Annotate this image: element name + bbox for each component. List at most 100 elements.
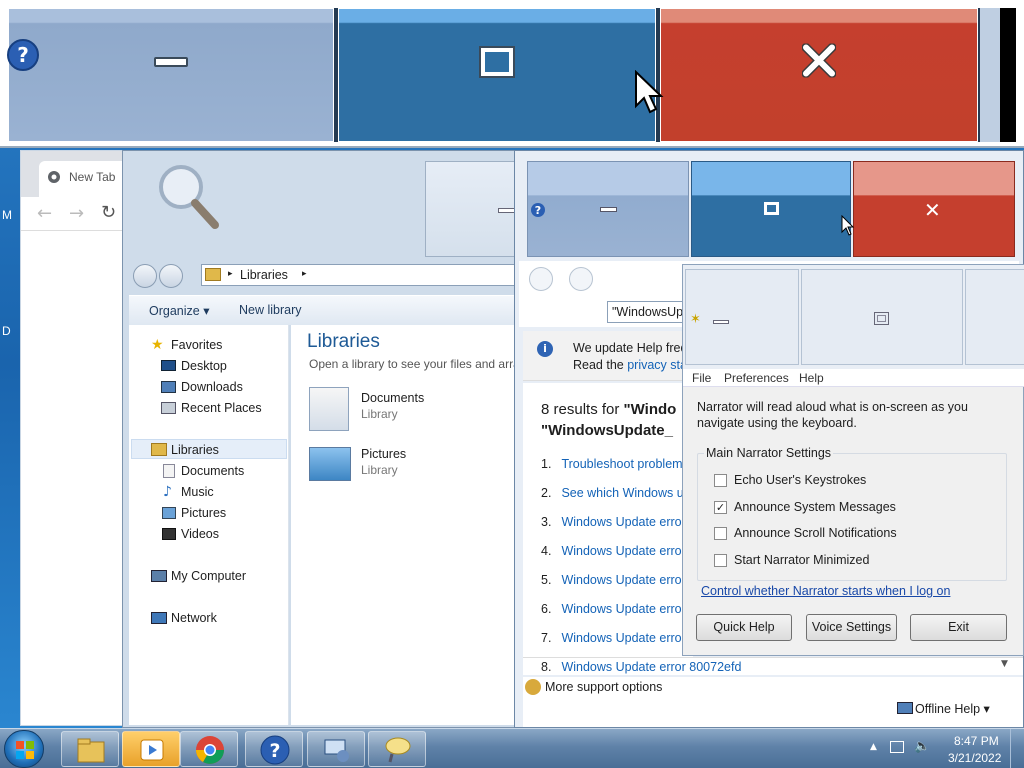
magnified-minimize-button[interactable]: ? [7,8,334,142]
nav-videos[interactable]: Videos [181,527,219,541]
computer-icon [151,570,167,582]
privacy-link[interactable]: privacy stat [627,358,690,372]
magnified-maximize-button[interactable] [338,8,656,142]
chrome-icon [196,736,224,764]
library-item-documents[interactable]: Documents Library [307,385,517,435]
page-subtitle: Open a library to see your files and arr… [309,357,520,371]
narrator-settings-group: Main Narrator Settings Echo User's Keyst… [697,446,1007,581]
library-item-pictures[interactable]: Pictures Library [307,441,517,491]
new-library-button[interactable]: New library [239,303,302,317]
result-item[interactable]: 1. Troubleshoot problems [541,457,689,471]
magnified-close-button[interactable] [660,8,978,142]
nav-pictures[interactable]: Pictures [181,506,226,520]
chrome-tab-strip: New Tab [21,151,131,197]
address-bar[interactable]: ▸ Libraries ▸ [201,264,521,286]
quick-help-button[interactable]: Quick Help [696,614,792,641]
result-item[interactable]: 8. Windows Update error 80072efd [541,660,741,674]
clock-date[interactable]: 3/21/2022 [948,751,1001,765]
libraries-icon [151,443,167,456]
nav-network[interactable]: Network [171,611,217,625]
result-item[interactable]: 4. Windows Update error 8 [541,544,693,558]
menu-preferences[interactable]: Preferences [724,371,789,385]
result-item[interactable]: 2. See which Windows up [541,486,691,500]
media-player-icon [140,739,164,761]
network-tray-icon[interactable] [890,741,904,753]
taskbar-narrator[interactable] [307,731,365,767]
recent-places-icon [161,402,176,414]
result-item[interactable]: 5. Windows Update error 8 [541,573,693,587]
nav-favorites[interactable]: Favorites [171,338,222,352]
result-item[interactable]: 6. Windows Update error 8 [541,602,693,616]
documents-icon [163,464,175,478]
result-item[interactable]: 3. Windows Update error 8 [541,515,693,529]
volume-icon[interactable]: 🔈 [914,739,930,754]
search-magnifier-icon [153,159,223,234]
taskbar-help[interactable]: ? [245,731,303,767]
chrome-window: New Tab ← → ↻ [20,150,131,726]
nav-downloads[interactable]: Downloads [181,380,243,394]
breadcrumb[interactable]: Libraries [240,268,288,282]
help-icon: ? [530,202,546,221]
announce-scroll-notifications-checkbox[interactable] [714,527,727,540]
info-icon: i [537,341,553,357]
narrator-intro: Narrator will read aloud what is on-scre… [697,400,968,430]
more-support-options[interactable]: More support options [545,680,662,694]
pictures-library-icon [309,447,351,481]
narrator-maximize-button[interactable] [801,269,963,365]
offline-help-icon [897,702,913,714]
forward-button[interactable] [159,264,183,288]
announce-system-messages-checkbox[interactable]: ✓ [714,501,727,514]
help-close-button[interactable]: ✕ [853,161,1015,257]
pictures-icon [162,507,176,519]
organize-button[interactable]: Organize ▾ [149,303,209,318]
nav-documents[interactable]: Documents [181,464,244,478]
navigation-pane: ★ Favorites Desktop Downloads Recent Pla… [129,325,289,725]
result-item-8-row: 8. Windows Update error 80072efd ▼ [523,657,1023,675]
nav-music[interactable]: Music [181,485,214,499]
back-icon[interactable]: ← [37,203,52,224]
explorer-minimize-button[interactable] [425,161,523,257]
scroll-down-icon[interactable]: ▼ [1001,659,1008,669]
taskbar-magnifier[interactable] [368,731,426,767]
show-desktop-button[interactable] [1010,729,1024,768]
help-minimize-button[interactable]: ? [527,161,689,257]
help-back-button[interactable] [529,267,553,291]
videos-icon [162,528,176,540]
nav-my-computer[interactable]: My Computer [171,569,246,583]
minimize-icon [600,207,617,212]
back-button[interactable] [133,264,157,288]
taskbar-explorer[interactable] [61,731,119,767]
nav-recent-places[interactable]: Recent Places [181,401,262,415]
voice-settings-button[interactable]: Voice Settings [806,614,897,641]
nav-desktop[interactable]: Desktop [181,359,227,373]
content-pane: Libraries Open a library to see your fil… [291,325,523,725]
support-people-icon [525,679,541,695]
explorer-window: ▸ Libraries ▸ Organize ▾ New library ★ F… [122,150,523,728]
reload-icon[interactable]: ↻ [101,202,116,223]
result-item[interactable]: 7. Windows Update error 8 [541,631,693,645]
menu-help[interactable]: Help [799,371,824,385]
narrator-startup-link[interactable]: Control whether Narrator starts when I l… [701,584,950,598]
narrator-close-button[interactable] [965,269,1024,365]
narrator-minimize-button[interactable]: ✶ [685,269,799,365]
help-results: 8 results for "Windo "WindowsUpdate_ 1. T… [523,383,693,673]
show-hidden-icons-icon[interactable]: ▲ [870,742,877,752]
maximize-icon [479,45,515,78]
narrator-menubar: File Preferences Help [683,369,1024,387]
music-icon: ♪ [163,484,172,500]
start-button[interactable] [4,730,44,768]
nav-libraries[interactable]: Libraries [171,443,219,457]
tab-new-tab[interactable]: New Tab [39,161,131,197]
clock-time[interactable]: 8:47 PM [954,734,999,748]
taskbar-chrome[interactable] [180,731,238,767]
echo-keystrokes-checkbox[interactable] [714,474,727,487]
exit-button[interactable]: Exit [910,614,1007,641]
taskbar-media-player[interactable] [122,731,180,767]
downloads-icon [161,381,176,393]
forward-icon[interactable]: → [69,203,84,224]
menu-file[interactable]: File [692,371,711,385]
help-forward-button[interactable] [569,267,593,291]
offline-help-button[interactable]: Offline Help ▾ [915,701,990,716]
start-minimized-checkbox[interactable] [714,554,727,567]
help-maximize-button[interactable] [691,161,851,257]
